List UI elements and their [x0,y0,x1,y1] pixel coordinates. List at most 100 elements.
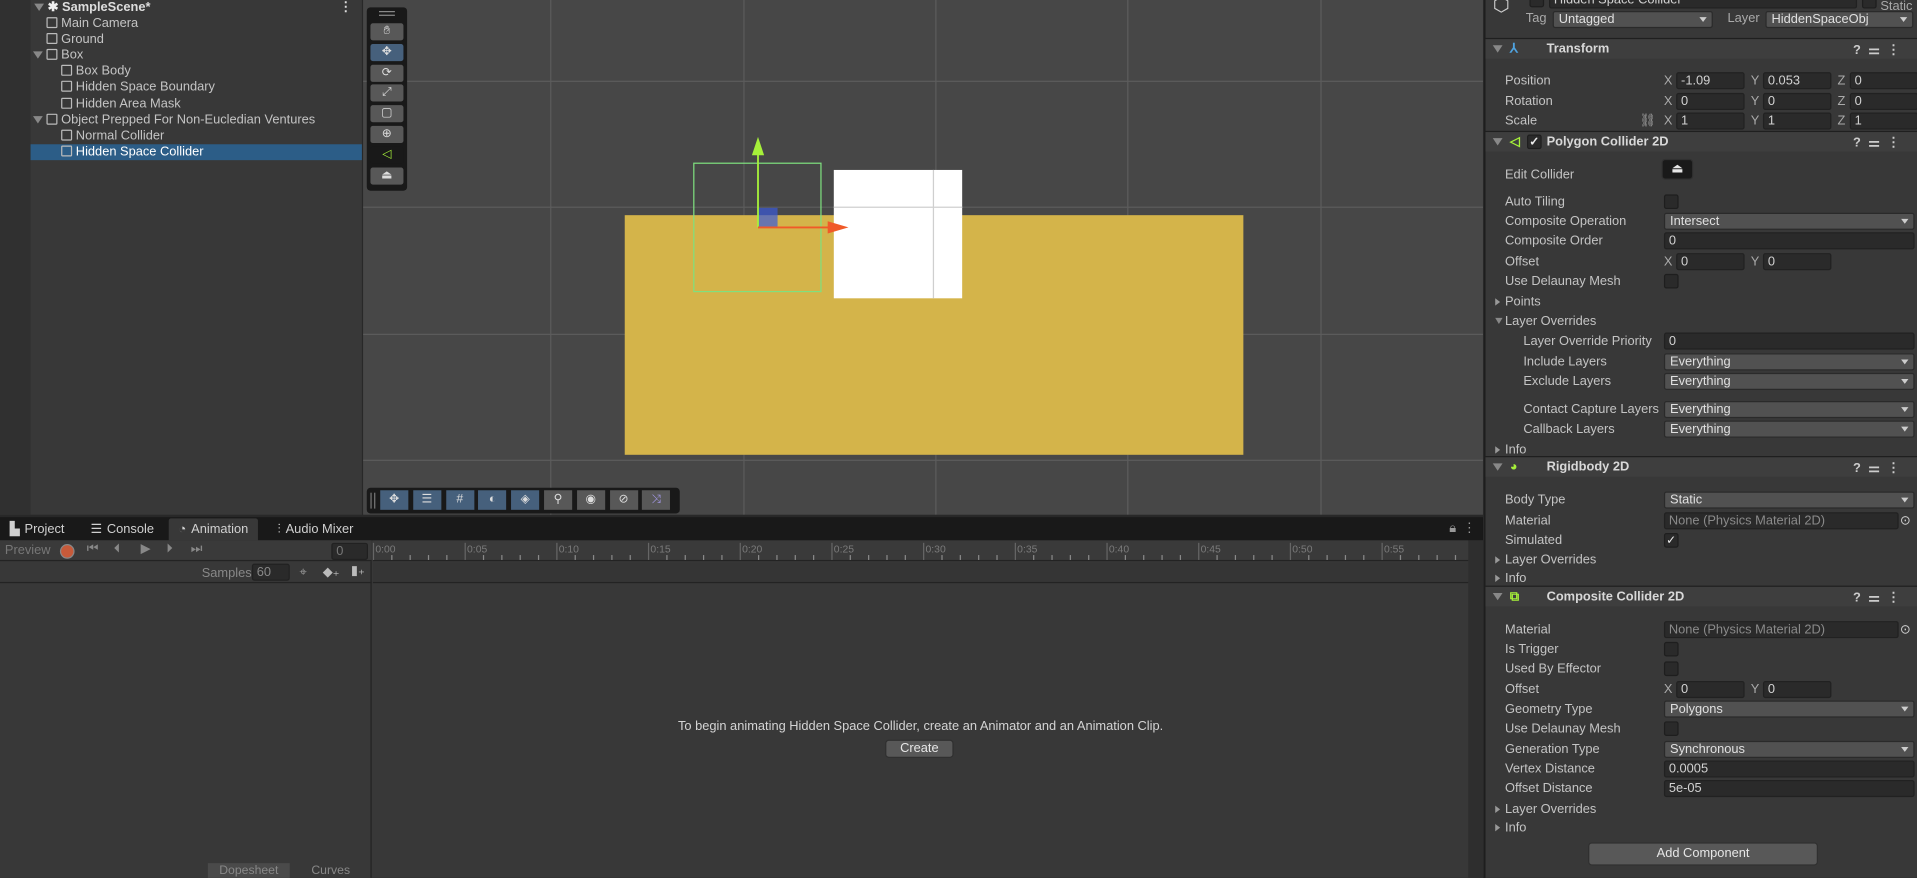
orientation-icon[interactable]: ⊘ [609,490,638,510]
previous-keyframe-button[interactable]: ⏴ [114,542,120,558]
more-options-icon[interactable]: ⋮ [1887,43,1907,58]
layer-override-priority-field[interactable]: 0 [1663,332,1915,350]
include-layers-dropdown[interactable]: Everything [1663,353,1915,371]
rotation-z-field[interactable]: 0 [1849,92,1917,111]
rect-tool-icon[interactable]: ▢ [370,105,404,123]
hierarchy-item[interactable]: Hidden Space Collider [30,144,362,160]
tag-dropdown[interactable]: Untagged [1552,11,1713,29]
object-picker-icon[interactable]: ⊙ [1900,512,1911,529]
offset-distance-field[interactable]: 5e-05 [1663,780,1915,798]
help-icon[interactable]: ? [1853,43,1868,58]
exclude-layers-dropdown[interactable]: Everything [1663,372,1915,391]
samples-field[interactable]: 60 [251,563,290,581]
auto-tiling-checkbox[interactable] [1663,194,1679,210]
hand-tool-icon[interactable]: ✋︎ [370,23,404,41]
more-options-icon[interactable]: ⋮ [1887,591,1907,606]
toolbar-settings-icon[interactable]: ☰ [412,490,442,510]
more-options-icon[interactable]: ⋮ [339,0,352,16]
hierarchy-item[interactable]: Main Camera [31,16,362,32]
gizmos-icon[interactable]: ◈ [511,490,540,510]
use-delaunay-mesh-checkbox[interactable] [1663,721,1679,736]
edit-collider-button[interactable]: ⏏ [1661,158,1694,180]
move-icon[interactable]: ✥ [380,490,409,510]
component-header[interactable]: ◕ Rigidbody 2D ?⚌⋮ [1485,456,1917,477]
tab-audio-mixer[interactable]: ⫶ Audio Mixer [268,518,363,540]
help-icon[interactable]: ? [1853,461,1868,476]
active-toggle[interactable] [1529,0,1545,8]
presets-icon[interactable]: ⚌ [1868,591,1887,606]
component-enabled-checkbox[interactable]: ✓ [1527,134,1542,150]
hierarchy-item[interactable]: Box [31,48,362,64]
object-picker-icon[interactable]: ⊙ [1900,621,1911,638]
tab-project[interactable]: ▙ Project [0,518,74,540]
fold-arrow-icon[interactable] [1492,138,1503,146]
fold-arrow-icon[interactable] [1492,463,1503,471]
add-component-button[interactable]: Add Component [1588,842,1818,866]
material-object-field[interactable]: None (Physics Material 2D) [1663,621,1899,639]
next-keyframe-button[interactable]: ⏵ [166,542,172,558]
gizmo-plane-handle[interactable] [757,207,778,228]
field-label[interactable]: Layer Overrides [1505,313,1596,330]
fold-arrow-icon[interactable] [1495,298,1501,306]
rotation-y-field[interactable]: 0 [1762,92,1832,111]
help-icon[interactable]: ? [1853,591,1868,606]
simulated-checkbox[interactable]: ✓ [1663,533,1679,548]
composite-operation-dropdown[interactable]: Intersect [1663,212,1915,230]
expand-arrow-icon[interactable] [34,3,45,12]
curves-tab[interactable]: Curves [290,863,372,877]
body-type-dropdown[interactable]: Static [1663,491,1915,509]
rotate-tool-icon[interactable]: ⟳ [370,64,404,82]
field-label[interactable]: Info [1505,570,1526,587]
is-trigger-checkbox[interactable] [1663,641,1679,657]
static-toggle[interactable] [1861,0,1877,9]
constrain-proportions-icon[interactable]: ⛓ [1639,112,1655,129]
add-keyframe-icon[interactable]: ◆₊ [323,565,340,580]
scale-x-field[interactable]: 1 [1676,112,1745,130]
more-options-icon[interactable]: ⋮ [1887,136,1907,151]
create-button[interactable]: Create [885,739,954,758]
first-keyframe-button[interactable]: ⏮ [87,542,99,558]
last-keyframe-button[interactable]: ⏭ [191,542,203,558]
offset-y-field[interactable]: 0 [1762,253,1832,271]
play-button[interactable]: ▶ [141,542,151,557]
offset-x-field[interactable]: 0 [1676,680,1745,699]
presets-icon[interactable]: ⚌ [1868,136,1887,151]
offset-y-field[interactable]: 0 [1762,680,1832,699]
gizmo-y-arrow-icon[interactable] [751,136,765,156]
hierarchy-item[interactable]: Ground [31,32,362,48]
custom-tool-icon[interactable]: ⏏ [370,166,404,185]
scene-root[interactable]: ✱ SampleScene* ⋮ [34,0,362,16]
record-button[interactable] [59,544,75,559]
component-header[interactable]: ⅄ Transform ?⚌⋮ [1485,37,1917,59]
field-label[interactable]: Info [1505,819,1526,836]
lighting-icon[interactable]: ◐ [478,490,507,510]
fold-arrow-icon[interactable] [1492,592,1503,601]
more-options-icon[interactable]: ⋮ [1463,521,1476,536]
expand-arrow-icon[interactable] [33,115,43,123]
layer-dropdown[interactable]: HiddenSpaceObj [1765,11,1914,29]
add-property-icon[interactable]: ⌖ [300,565,307,581]
fold-arrow-icon[interactable] [1492,45,1503,53]
presets-icon[interactable]: ⚌ [1868,43,1887,58]
fold-arrow-icon[interactable] [1495,556,1501,564]
hierarchy-item[interactable]: Hidden Space Boundary [31,80,362,96]
callback-layers-dropdown[interactable]: Everything [1663,420,1915,438]
lock-icon[interactable]: 🔒︎ [1449,521,1456,537]
component-header[interactable]: ⧉ Composite Collider 2D ?⚌⋮ [1485,585,1917,607]
position-x-field[interactable]: -1.09 [1676,72,1745,90]
use-delaunay-mesh-checkbox[interactable] [1663,273,1679,289]
edit-collider-tool-icon[interactable]: ◁ [370,146,404,164]
add-event-icon[interactable]: ▮₊ [351,564,365,579]
scale-y-field[interactable]: 1 [1762,112,1832,130]
move-tool-icon[interactable]: ✥ [370,43,404,61]
used-by-effector-checkbox[interactable] [1663,661,1679,677]
camera-visibility-icon[interactable]: ◉ [576,490,605,510]
hierarchy-item[interactable]: Hidden Area Mask [31,96,362,112]
offset-x-field[interactable]: 0 [1676,253,1745,271]
field-label[interactable]: Layer Overrides [1505,801,1596,818]
field-label[interactable]: Layer Overrides [1505,551,1596,568]
fold-arrow-icon[interactable] [1495,824,1501,832]
scale-tool-icon[interactable]: ⤢ [370,84,404,102]
hierarchy-item[interactable]: Normal Collider [31,128,362,144]
contact-capture-layers-dropdown[interactable]: Everything [1663,401,1915,419]
